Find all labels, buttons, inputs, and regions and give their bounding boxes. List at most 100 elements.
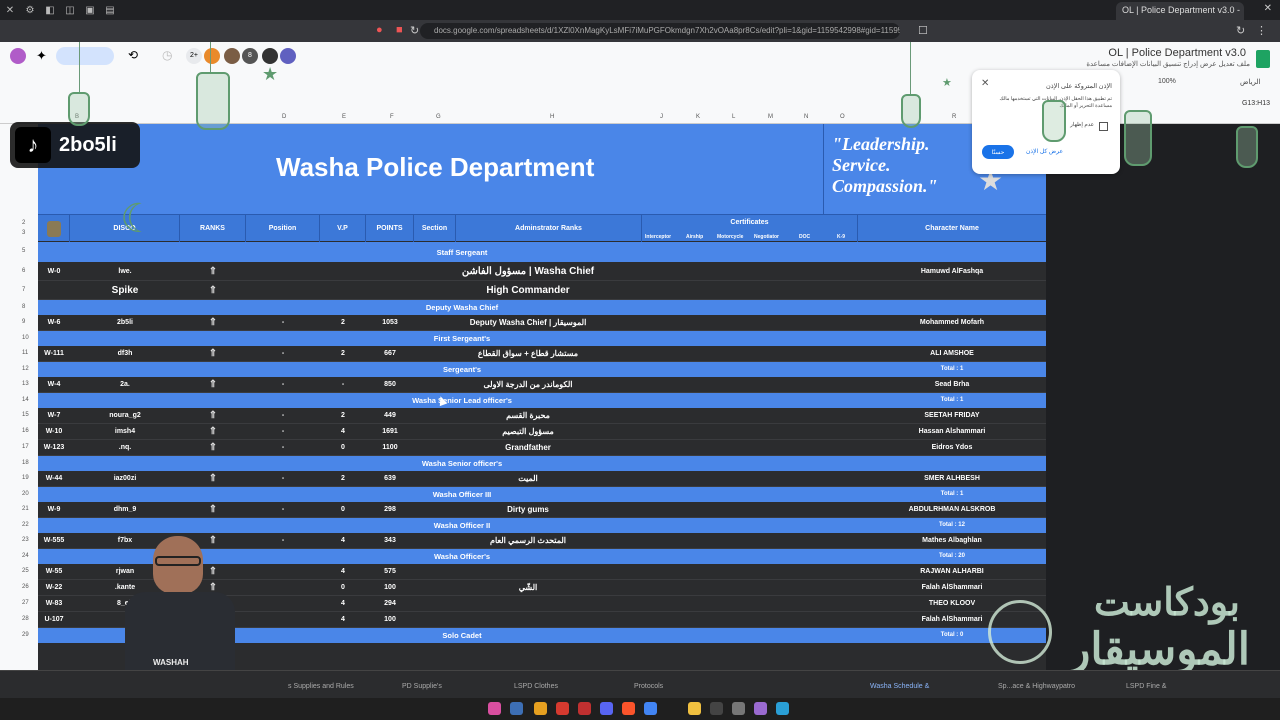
sheet-tab[interactable]: Protocols: [634, 683, 663, 690]
url-input[interactable]: docs.google.com/spreadsheets/d/1XZl0XnMa…: [420, 23, 900, 39]
record-icon[interactable]: ●: [376, 24, 383, 36]
table-row[interactable]: Spike High Commander ⇑: [38, 281, 1046, 300]
discord-handle[interactable]: noura_g2: [70, 408, 180, 423]
character-name-cell[interactable]: Falah AlShammari: [858, 580, 1046, 595]
column-header[interactable]: H: [550, 114, 554, 120]
vp-cell[interactable]: [320, 262, 366, 280]
brave-icon[interactable]: [622, 702, 635, 715]
unit-id[interactable]: W-111: [38, 346, 70, 361]
avatar[interactable]: [224, 48, 240, 64]
app-icon[interactable]: [578, 702, 591, 715]
points-cell[interactable]: 343: [366, 533, 414, 548]
admin-rank-cell[interactable]: محبرة القسم: [414, 408, 642, 423]
sheet-tab[interactable]: Sp...ace & Highwaypatro: [998, 683, 1075, 690]
settings-icon[interactable]: [732, 702, 745, 715]
close-icon[interactable]: ✕: [981, 78, 989, 89]
avatar[interactable]: [262, 48, 278, 64]
column-header[interactable]: N: [804, 114, 808, 120]
vp-cell[interactable]: 2: [320, 315, 366, 330]
share-pill[interactable]: [56, 47, 114, 65]
points-cell[interactable]: 575: [366, 564, 414, 579]
discord-handle[interactable]: df3h: [70, 346, 180, 361]
menu-icon[interactable]: ⋮: [1256, 24, 1267, 37]
character-name-cell[interactable]: [858, 281, 1046, 299]
vp-cell[interactable]: 0: [320, 580, 366, 595]
discord-handle[interactable]: iaz00zi: [70, 471, 180, 486]
section-header-row[interactable]: Sergeant's Total : 1: [38, 362, 1046, 377]
row-number[interactable]: 16: [22, 428, 29, 434]
section-header-row[interactable]: Deputy Washa Chief: [38, 300, 1046, 315]
profile-icon[interactable]: [10, 48, 26, 64]
admin-rank-cell[interactable]: الشّي: [414, 580, 642, 595]
vp-cell[interactable]: 4: [320, 564, 366, 579]
vp-cell[interactable]: 4: [320, 612, 366, 627]
section-header-row[interactable]: Washa Senior officer's: [38, 456, 1046, 471]
tab-icon[interactable]: ◫: [60, 5, 80, 16]
row-number[interactable]: 15: [22, 412, 29, 418]
character-name-cell[interactable]: ALI AMSHOE: [858, 346, 1046, 361]
column-header[interactable]: K: [696, 114, 700, 120]
row-number[interactable]: 8: [22, 304, 25, 310]
points-cell[interactable]: 294: [366, 596, 414, 611]
position-cell[interactable]: -: [246, 440, 320, 455]
points-cell[interactable]: 1053: [366, 315, 414, 330]
row-number[interactable]: 3: [22, 230, 25, 236]
position-cell[interactable]: [246, 262, 320, 280]
sheet-tab[interactable]: s Supplies and Rules: [288, 683, 354, 690]
row-number[interactable]: 28: [22, 616, 29, 622]
sheet-tab[interactable]: LSPD Clothes: [514, 683, 558, 690]
settings-icon[interactable]: ⚙: [20, 5, 40, 16]
character-name-cell[interactable]: Hassan Alshammari: [858, 424, 1046, 439]
sheet-tab[interactable]: PD Supplie's: [402, 683, 442, 690]
chrome-icon[interactable]: [644, 702, 657, 715]
table-row[interactable]: W-4 2a. - -850 الكوماندر من الدرجة الاولى Sea…: [38, 377, 1046, 393]
clock-icon[interactable]: ◷: [162, 48, 172, 62]
app-icon[interactable]: [534, 702, 547, 715]
row-number[interactable]: 18: [22, 460, 29, 466]
row-number[interactable]: 13: [22, 381, 29, 387]
app-icon[interactable]: [488, 702, 501, 715]
admin-rank-cell[interactable]: [414, 564, 642, 579]
row-number[interactable]: 17: [22, 444, 29, 450]
windows-icon[interactable]: [776, 702, 789, 715]
column-header[interactable]: D: [282, 114, 286, 120]
unit-id[interactable]: W-0: [38, 262, 70, 280]
vp-cell[interactable]: 4: [320, 596, 366, 611]
column-header[interactable]: F: [390, 114, 394, 120]
doc-title[interactable]: OL | Police Department v3.0: [1108, 47, 1246, 59]
admin-rank-cell[interactable]: High Commander: [414, 281, 642, 299]
points-cell[interactable]: [366, 281, 414, 299]
table-row[interactable]: W-6 2b5li -2 1053 Deputy Washa Chief | الموس…: [38, 315, 1046, 331]
section-header-row[interactable]: Washa Senior Lead officer's Total : 1: [38, 393, 1046, 408]
row-number[interactable]: 22: [22, 522, 29, 528]
font-select[interactable]: الرياض: [1240, 78, 1260, 86]
collaborators-count[interactable]: 2+: [186, 48, 202, 64]
section-header-row[interactable]: First Sergeant's: [38, 331, 1046, 346]
row-number[interactable]: 5: [22, 248, 25, 254]
bookmark-icon[interactable]: ☐: [918, 24, 928, 37]
character-name-cell[interactable]: Mohammed Mofarh: [858, 315, 1046, 330]
zoom-select[interactable]: 100%: [1158, 78, 1176, 85]
position-cell[interactable]: -: [246, 408, 320, 423]
character-name-cell[interactable]: Sead Brha: [858, 377, 1046, 392]
avatar[interactable]: [204, 48, 220, 64]
avatar[interactable]: [280, 48, 296, 64]
character-name-cell[interactable]: RAJWAN ALHARBI: [858, 564, 1046, 579]
row-number[interactable]: 12: [22, 366, 29, 372]
app-icon[interactable]: [556, 702, 569, 715]
character-name-cell[interactable]: ABDULRHMAN ALSKROB: [858, 502, 1046, 517]
avatar[interactable]: 8: [242, 48, 258, 64]
points-cell[interactable]: 1100: [366, 440, 414, 455]
position-cell[interactable]: -: [246, 424, 320, 439]
unit-id[interactable]: U-107: [38, 612, 70, 627]
discord-handle[interactable]: dhm_9: [70, 502, 180, 517]
vp-cell[interactable]: 4: [320, 424, 366, 439]
admin-rank-cell[interactable]: مسؤول الفاشن | Washa Chief: [414, 262, 642, 280]
ok-button[interactable]: حسنًا: [982, 145, 1014, 159]
tab-icon[interactable]: ◧: [40, 5, 60, 16]
vp-cell[interactable]: 2: [320, 346, 366, 361]
row-number[interactable]: 27: [22, 600, 29, 606]
position-cell[interactable]: -: [246, 471, 320, 486]
character-name-cell[interactable]: SEETAH FRIDAY: [858, 408, 1046, 423]
position-cell[interactable]: [246, 281, 320, 299]
